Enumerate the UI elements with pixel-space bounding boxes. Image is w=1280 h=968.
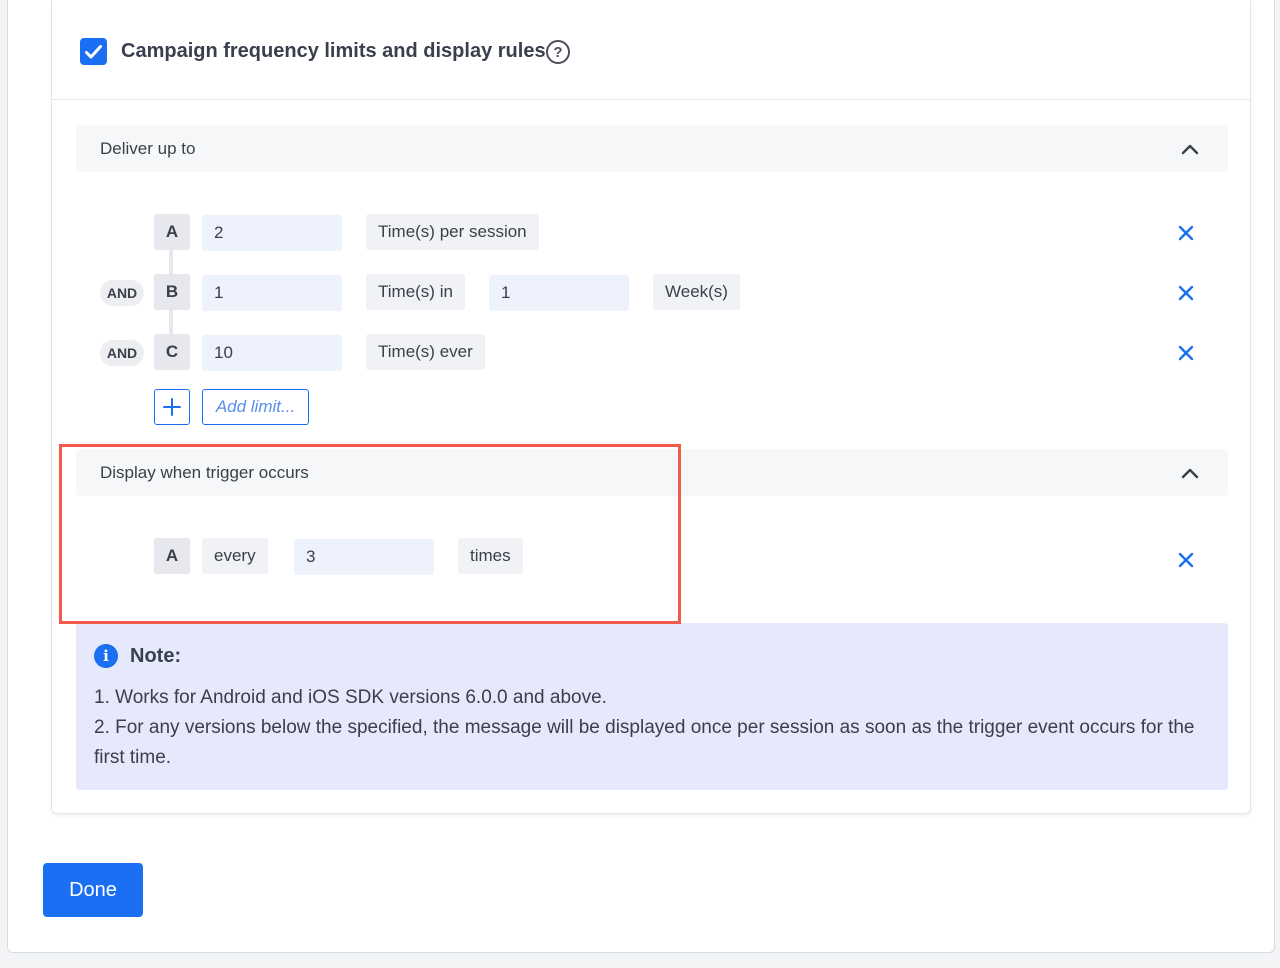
note-title: Note: (130, 645, 182, 667)
trigger-rule-prefix: every (202, 538, 268, 574)
remove-limit-b-close-icon[interactable] (1176, 283, 1196, 303)
question-circle-icon[interactable]: ? (546, 40, 570, 64)
note-box: i Note: 1. Works for Android and iOS SDK… (76, 623, 1228, 790)
trigger-rule-value-input[interactable]: 3 (294, 539, 434, 575)
limit-letter-b: B (154, 274, 190, 310)
limit-a-unit: Time(s) per session (366, 214, 539, 250)
note-line: 1. Works for Android and iOS SDK version… (94, 687, 607, 708)
add-limit-field[interactable]: Add limit... (202, 389, 309, 425)
chevron-up-icon[interactable] (1180, 463, 1200, 483)
checkmark-icon (85, 44, 102, 58)
limit-b-period-input[interactable]: 1 (489, 275, 629, 311)
deliver-section-label: Deliver up to (100, 139, 196, 158)
trigger-rule-letter-a: A (154, 538, 190, 574)
limit-letter-c: C (154, 334, 190, 370)
card-header: Campaign frequency limits and display ru… (52, 0, 1250, 100)
chevron-up-icon[interactable] (1180, 139, 1200, 159)
deliver-section-header[interactable]: Deliver up to (76, 125, 1228, 172)
note-text: 1. Works for Android and iOS SDK version… (94, 683, 1204, 773)
trigger-rule-suffix: times (458, 538, 523, 574)
modal-frame: Campaign frequency limits and display ru… (7, 0, 1275, 953)
limit-connector (169, 310, 173, 336)
trigger-section-label: Display when trigger occurs (100, 463, 309, 482)
info-icon: i (94, 644, 118, 668)
limit-b-unit: Time(s) in (366, 274, 465, 310)
limit-c-unit: Time(s) ever (366, 334, 485, 370)
limit-connector (169, 250, 173, 276)
limit-c-value-input[interactable]: 10 (202, 335, 342, 371)
plus-icon (163, 398, 181, 416)
add-limit-button[interactable] (154, 389, 190, 425)
trigger-section-header[interactable]: Display when trigger occurs (76, 449, 1228, 496)
and-connector-pill: AND (100, 280, 144, 306)
note-line: 2. For any versions below the specified,… (94, 717, 1195, 768)
frequency-limits-checkbox[interactable] (80, 38, 107, 65)
remove-limit-a-close-icon[interactable] (1176, 223, 1196, 243)
frequency-card: Campaign frequency limits and display ru… (51, 0, 1251, 814)
and-connector-pill: AND (100, 340, 144, 366)
limit-letter-a: A (154, 214, 190, 250)
limit-b-value-input[interactable]: 1 (202, 275, 342, 311)
card-title: Campaign frequency limits and display ru… (121, 40, 546, 62)
remove-limit-c-close-icon[interactable] (1176, 343, 1196, 363)
limit-a-value-input[interactable]: 2 (202, 215, 342, 251)
limit-b-period-unit: Week(s) (653, 274, 740, 310)
remove-trigger-rule-close-icon[interactable] (1176, 550, 1196, 570)
done-button[interactable]: Done (43, 863, 143, 917)
